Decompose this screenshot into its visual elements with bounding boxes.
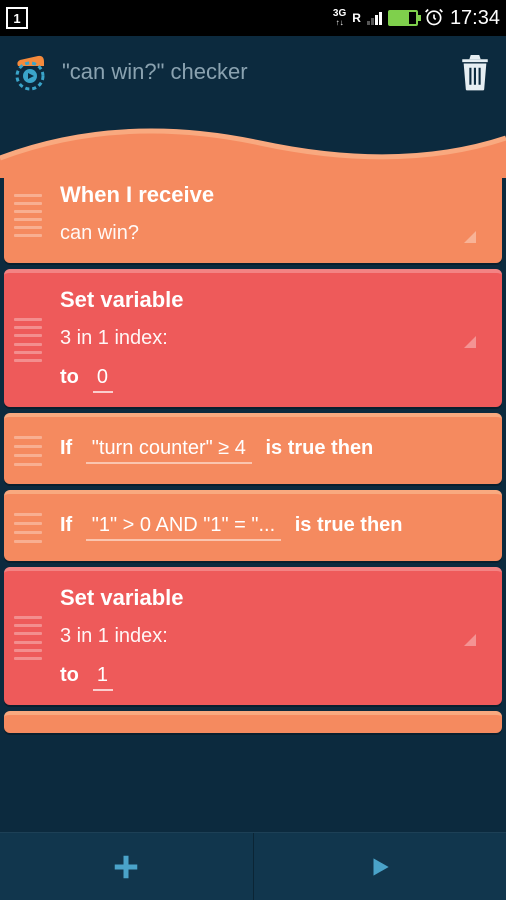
signal-bars-icon bbox=[367, 11, 382, 25]
bottom-toolbar bbox=[0, 832, 506, 900]
drag-grip-icon[interactable] bbox=[14, 616, 42, 660]
when-receive-block[interactable]: When I receive can win? bbox=[4, 168, 502, 263]
then-label: is true then bbox=[295, 514, 403, 536]
app-bar: "can win?" checker bbox=[0, 36, 506, 108]
value-input[interactable]: 1 bbox=[93, 664, 113, 691]
condition-input[interactable]: "1" > 0 AND "1" = "... bbox=[86, 514, 281, 541]
play-button[interactable] bbox=[253, 833, 506, 900]
if-label: If bbox=[60, 514, 72, 536]
block-title: Set variable bbox=[60, 287, 484, 313]
page-title: "can win?" checker bbox=[62, 59, 446, 85]
if-block[interactable]: If "1" > 0 AND "1" = "... is true then bbox=[4, 490, 502, 561]
drag-grip-icon[interactable] bbox=[14, 436, 42, 466]
dropdown-corner-icon bbox=[464, 231, 476, 243]
block-stub[interactable] bbox=[4, 711, 502, 733]
app-logo-icon[interactable] bbox=[10, 52, 50, 92]
delete-button[interactable] bbox=[458, 52, 492, 92]
dropdown-corner-icon bbox=[464, 634, 476, 646]
network-3g-icon: 3G ↑↓ bbox=[333, 9, 346, 27]
message-field[interactable]: can win? bbox=[60, 218, 484, 249]
roaming-indicator: R bbox=[352, 11, 361, 25]
to-label: to bbox=[60, 664, 79, 687]
add-button[interactable] bbox=[0, 833, 253, 900]
to-label: to bbox=[60, 366, 79, 389]
set-variable-block[interactable]: Set variable 3 in 1 index: to 0 bbox=[4, 269, 502, 407]
drag-grip-icon[interactable] bbox=[14, 513, 42, 543]
drag-grip-icon[interactable] bbox=[14, 194, 42, 238]
then-label: is true then bbox=[265, 437, 373, 459]
set-variable-block[interactable]: Set variable 3 in 1 index: to 1 bbox=[4, 567, 502, 705]
script-canvas[interactable]: When I receive can win? Set variable 3 i… bbox=[0, 108, 506, 832]
if-label: If bbox=[60, 437, 72, 459]
drag-grip-icon[interactable] bbox=[14, 318, 42, 362]
dropdown-corner-icon bbox=[464, 336, 476, 348]
block-title: Set variable bbox=[60, 585, 484, 611]
notification-count-badge: 1 bbox=[6, 7, 28, 29]
value-input[interactable]: 0 bbox=[93, 366, 113, 393]
battery-icon bbox=[388, 10, 418, 26]
block-title: When I receive bbox=[60, 182, 484, 208]
variable-field[interactable]: 3 in 1 index: bbox=[60, 621, 484, 652]
status-left: 1 bbox=[6, 7, 28, 29]
status-bar: 1 3G ↑↓ R 17:34 bbox=[0, 0, 506, 36]
condition-input[interactable]: "turn counter" ≥ 4 bbox=[86, 437, 252, 464]
variable-field[interactable]: 3 in 1 index: bbox=[60, 323, 484, 354]
status-right: 3G ↑↓ R 17:34 bbox=[333, 7, 500, 30]
if-block[interactable]: If "turn counter" ≥ 4 is true then bbox=[4, 413, 502, 484]
alarm-icon bbox=[424, 7, 444, 30]
status-time: 17:34 bbox=[450, 7, 500, 30]
